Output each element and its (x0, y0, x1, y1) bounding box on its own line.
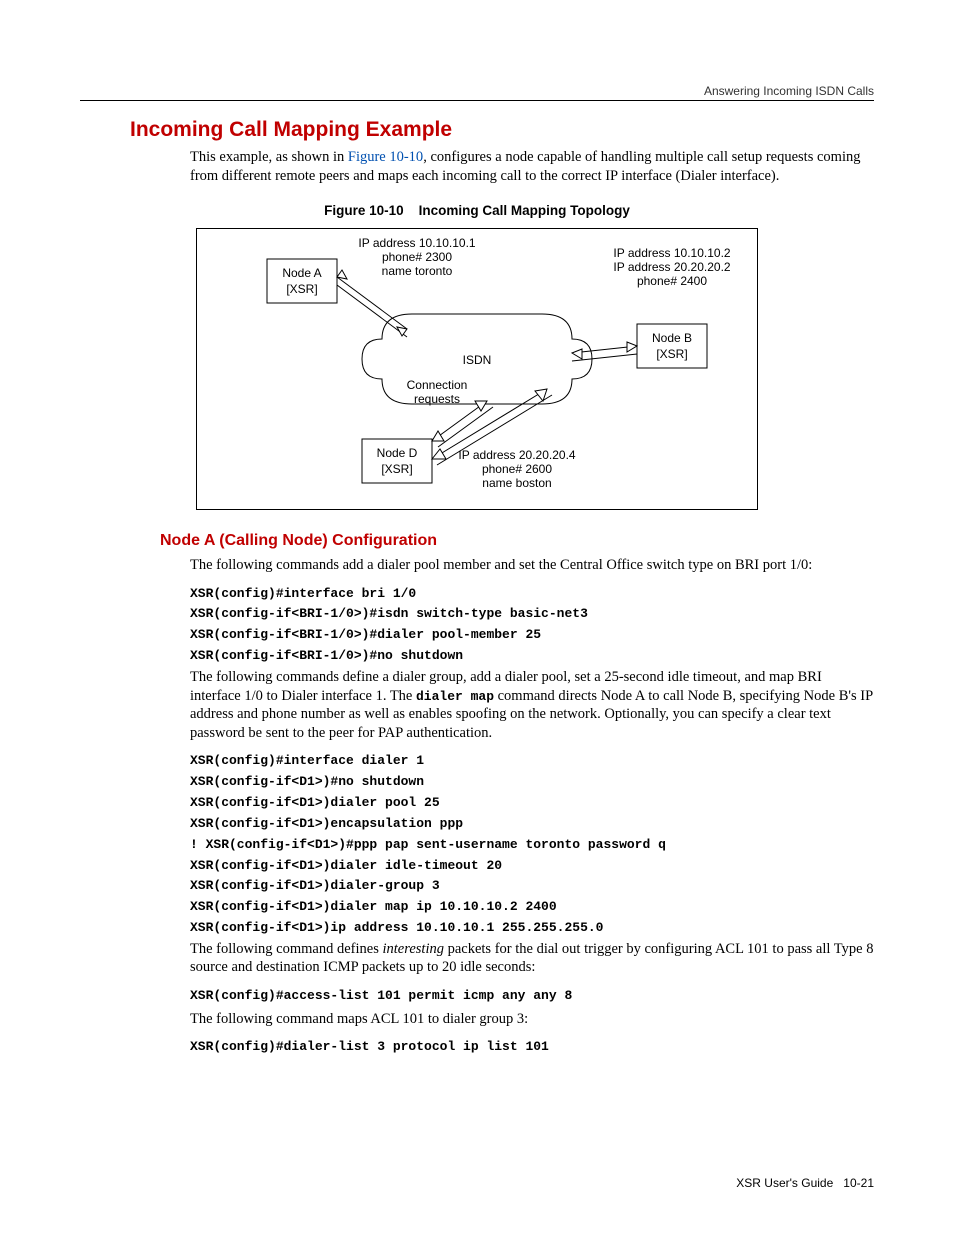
figure-title: Incoming Call Mapping Topology (419, 203, 630, 218)
header-rule (80, 100, 874, 101)
node-b-ip2: IP address 20.20.20.2 (613, 260, 731, 274)
node-b-ip1: IP address 10.10.10.2 (613, 246, 731, 260)
node-d-label-2: [XSR] (381, 462, 412, 476)
node-d-ip: IP address 20.20.20.4 (458, 448, 576, 462)
code-block: XSR(config)#dialer-list 3 protocol ip li… (190, 1038, 874, 1057)
text: This example, as shown in (190, 149, 348, 165)
code-block: XSR(config-if<D1>)dialer pool 25 (190, 794, 874, 813)
code-block: XSR(config-if<D1>)ip address 10.10.10.1 … (190, 919, 874, 938)
page: Answering Incoming ISDN Calls Incoming C… (0, 0, 954, 1235)
code-block: XSR(config)#interface bri 1/0 (190, 585, 874, 604)
cloud-label: ISDN (463, 353, 492, 367)
footer-title: XSR User's Guide (736, 1176, 833, 1190)
code-block: ! XSR(config-if<D1>)#ppp pap sent-userna… (190, 836, 874, 855)
text: The following command defines (190, 941, 382, 957)
inline-code: dialer map (416, 689, 494, 704)
node-a-label-2: [XSR] (286, 282, 317, 296)
code-block: XSR(config-if<BRI-1/0>)#no shutdown (190, 647, 874, 666)
node-a-name: name toronto (382, 264, 453, 278)
conn-label-2: requests (414, 392, 460, 406)
code-block: XSR(config-if<D1>)dialer idle-timeout 20 (190, 857, 874, 876)
paragraph: The following commands define a dialer g… (190, 668, 874, 742)
conn-label-1: Connection (407, 378, 468, 392)
code-block: XSR(config-if<BRI-1/0>)#isdn switch-type… (190, 605, 874, 624)
code-block: XSR(config-if<BRI-1/0>)#dialer pool-memb… (190, 626, 874, 645)
figure-caption: Figure 10-10 Incoming Call Mapping Topol… (80, 203, 874, 218)
node-b-label-2: [XSR] (656, 347, 687, 361)
italic-text: interesting (382, 941, 443, 957)
figure-label: Figure 10-10 (324, 203, 404, 218)
page-footer: XSR User's Guide 10-21 (736, 1176, 874, 1190)
paragraph: The following command defines interestin… (190, 940, 874, 977)
footer-page-number: 10-21 (843, 1176, 874, 1190)
heading-1: Incoming Call Mapping Example (130, 118, 874, 142)
code-block: XSR(config-if<D1>)#no shutdown (190, 773, 874, 792)
heading-2: Node A (Calling Node) Configuration (160, 532, 874, 550)
topology-diagram: ISDN Node A [XSR] IP address 10.10.10.1 … (196, 228, 758, 510)
node-b-label-1: Node B (652, 331, 692, 345)
intro-paragraph: This example, as shown in Figure 10-10, … (190, 148, 874, 185)
running-head: Answering Incoming ISDN Calls (704, 84, 874, 98)
code-block: XSR(config)#interface dialer 1 (190, 752, 874, 771)
node-a-label-1: Node A (282, 266, 321, 280)
node-d-name: name boston (482, 476, 551, 490)
node-d-phone: phone# 2600 (482, 462, 552, 476)
node-d-label-1: Node D (377, 446, 418, 460)
paragraph: The following commands add a dialer pool… (190, 556, 874, 575)
node-b-phone: phone# 2400 (637, 274, 707, 288)
paragraph: The following command maps ACL 101 to di… (190, 1010, 874, 1029)
figure-crossref-link[interactable]: Figure 10-10 (348, 149, 423, 165)
node-a-phone: phone# 2300 (382, 250, 452, 264)
node-a-ip: IP address 10.10.10.1 (358, 236, 476, 250)
code-block: XSR(config)#access-list 101 permit icmp … (190, 987, 874, 1006)
code-block: XSR(config-if<D1>)dialer map ip 10.10.10… (190, 898, 874, 917)
code-block: XSR(config-if<D1>)dialer-group 3 (190, 877, 874, 896)
code-block: XSR(config-if<D1>)encapsulation ppp (190, 815, 874, 834)
